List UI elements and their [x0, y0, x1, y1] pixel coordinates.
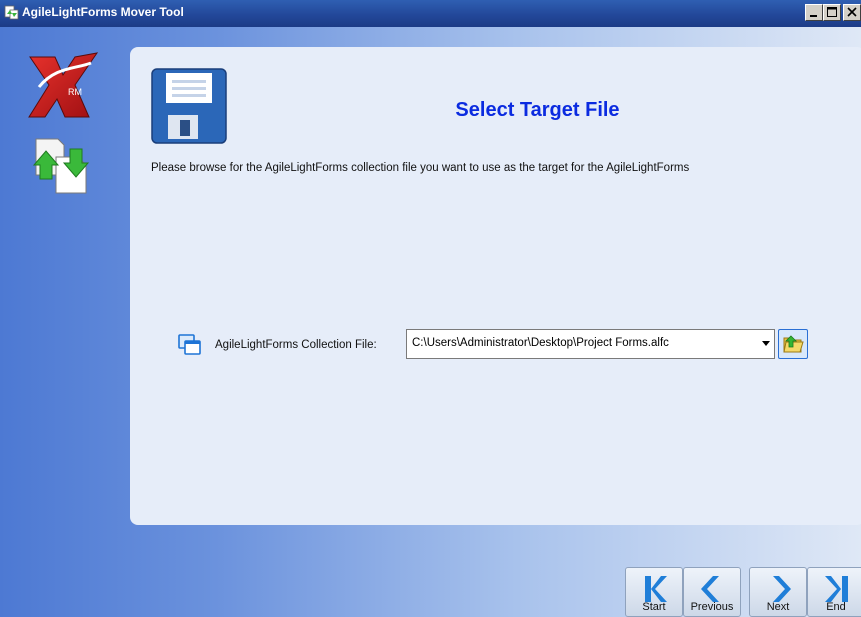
minimize-icon[interactable] [805, 4, 823, 21]
end-button-label: End [826, 601, 846, 613]
last-icon [825, 576, 848, 602]
collection-icon [178, 334, 202, 360]
collection-file-combobox[interactable]: C:\Users\Administrator\Desktop\Project F… [406, 329, 775, 359]
next-button-label: Next [766, 601, 790, 613]
chevron-down-icon[interactable] [762, 341, 770, 346]
window-title: AgileLightForms Mover Tool [22, 5, 184, 19]
previous-button-label: Previous [690, 601, 734, 613]
chevron-right-icon [773, 576, 791, 602]
collection-file-label: AgileLightForms Collection File: [215, 339, 377, 351]
title-bar[interactable]: AgileLightForms Mover Tool [0, 0, 861, 27]
collection-file-value[interactable]: C:\Users\Administrator\Desktop\Project F… [412, 337, 669, 349]
close-icon[interactable] [843, 4, 861, 21]
app-window: AgileLightForms Mover Tool RM Select Tar… [0, 0, 861, 617]
page-title: Select Target File [455, 99, 620, 121]
app-icon [4, 5, 19, 20]
start-button-label: Start [642, 601, 666, 613]
chevron-left-icon [701, 576, 719, 602]
crm-logo-icon[interactable]: RM [25, 47, 101, 125]
first-icon [645, 576, 667, 602]
move-forms-icon[interactable] [30, 135, 92, 201]
logo-text: RM [68, 87, 82, 97]
page-description: Please browse for the AgileLightForms co… [151, 162, 690, 174]
maximize-icon[interactable] [823, 4, 841, 21]
end-button[interactable]: End [807, 567, 861, 617]
start-button[interactable]: Start [625, 567, 683, 617]
content-panel: Select Target File Please browse for the… [130, 47, 861, 525]
next-button[interactable]: Next [749, 567, 807, 617]
main-area: RM Select Target File Please browse for … [0, 27, 861, 617]
previous-button[interactable]: Previous [683, 567, 741, 617]
folder-browse-icon[interactable] [778, 329, 808, 359]
